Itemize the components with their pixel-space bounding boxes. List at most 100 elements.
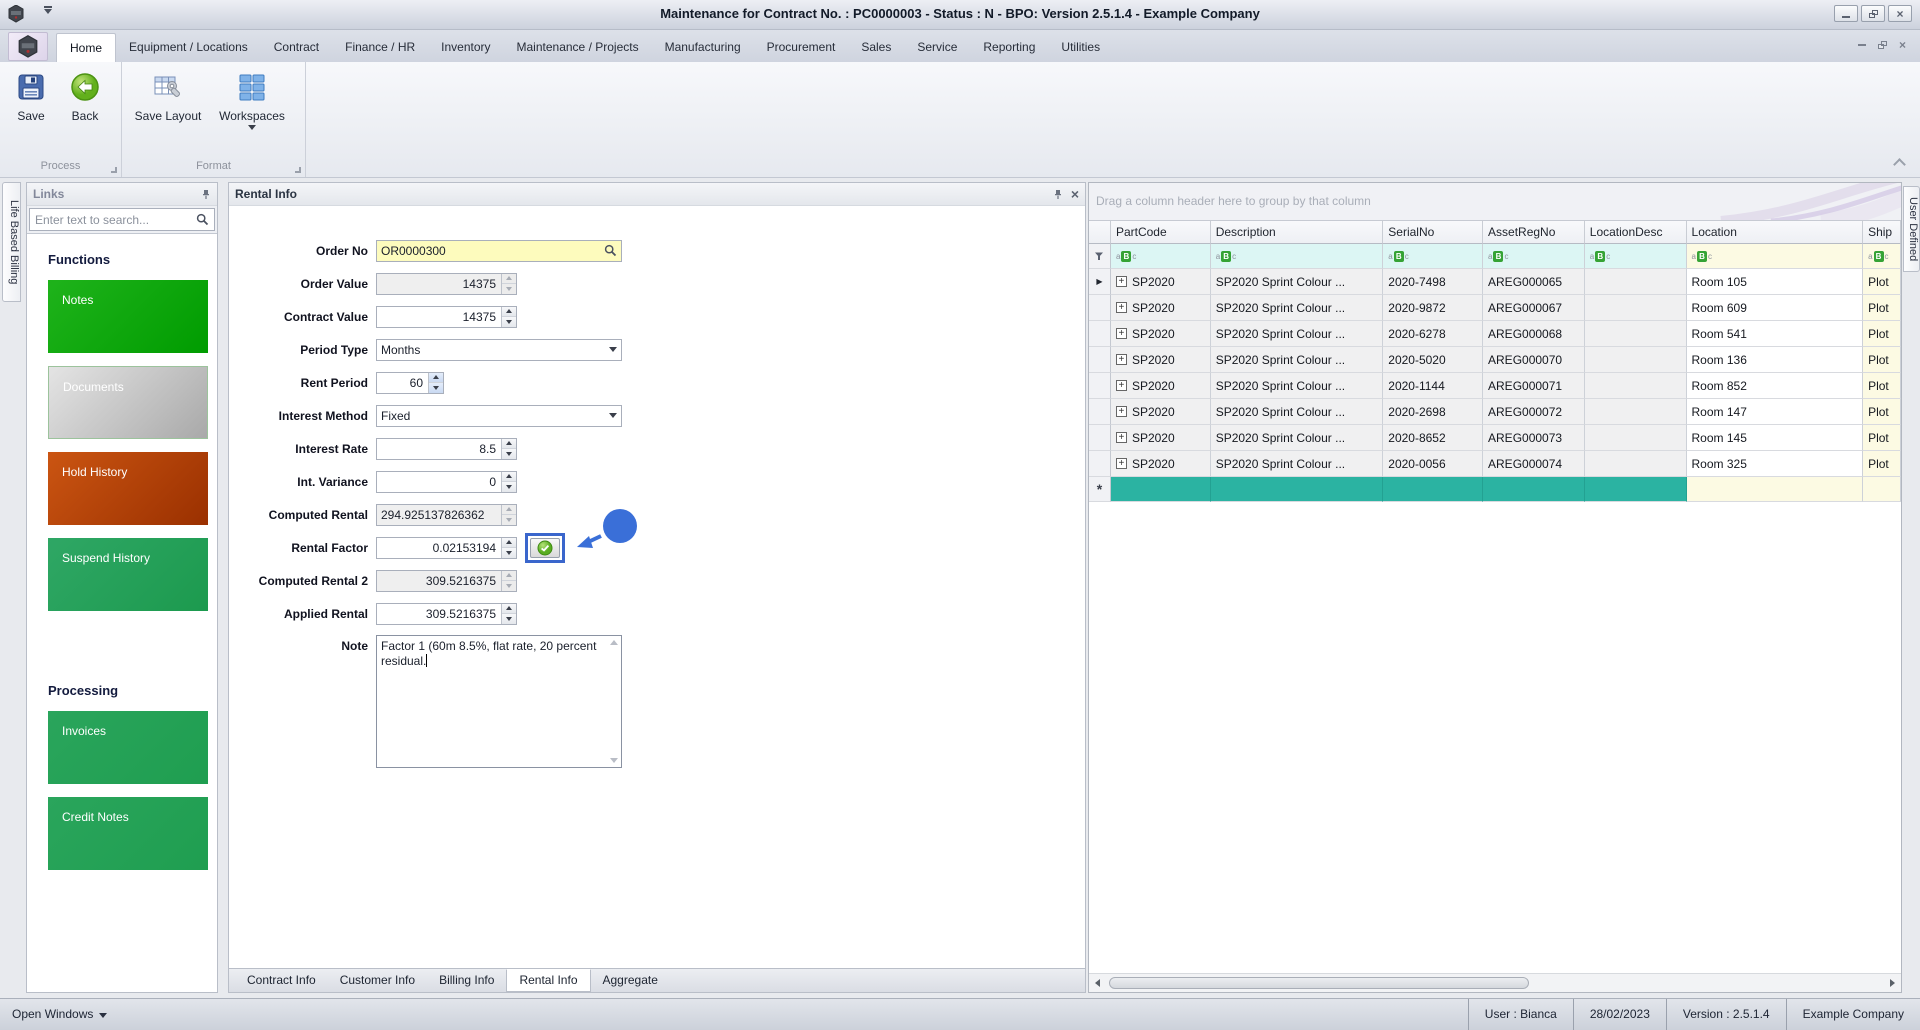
workspaces-button[interactable]: Workspaces: [210, 68, 294, 130]
column-header-description[interactable]: Description: [1210, 221, 1384, 244]
cell-description[interactable]: SP2020 Sprint Colour ...: [1210, 451, 1384, 477]
cell-description[interactable]: SP2020 Sprint Colour ...: [1210, 269, 1384, 295]
new-row-cell-partcode[interactable]: [1110, 477, 1211, 502]
dropdown-button[interactable]: [605, 406, 621, 426]
cell-location[interactable]: Room 852: [1686, 373, 1864, 399]
column-header-location[interactable]: Location: [1686, 221, 1864, 244]
new-row-cell-description[interactable]: [1210, 477, 1384, 502]
link-button-invoices[interactable]: Invoices: [48, 711, 208, 784]
cell-assetregno[interactable]: AREG000073: [1483, 425, 1585, 451]
menu-tab-equipment-locations[interactable]: Equipment / Locations: [116, 33, 261, 62]
table-row[interactable]: ▶ + SP2020 SP2020 Sprint Colour ... 2020-749…: [1089, 269, 1901, 295]
new-row-cell-assetregno[interactable]: [1483, 477, 1585, 502]
back-button[interactable]: Back: [58, 68, 112, 123]
cell-partcode[interactable]: + SP2020: [1110, 321, 1211, 347]
menu-tab-finance-hr[interactable]: Finance / HR: [332, 33, 428, 62]
cell-assetregno[interactable]: AREG000070: [1483, 347, 1585, 373]
menu-tab-contract[interactable]: Contract: [261, 33, 332, 62]
field-int-variance[interactable]: 0: [376, 470, 517, 493]
tab-life-based-billing[interactable]: Life Based Billing: [2, 182, 21, 302]
link-button-notes[interactable]: Notes: [48, 280, 208, 353]
field-rent-period[interactable]: 60: [376, 371, 444, 394]
dialog-launcher-icon[interactable]: [295, 167, 301, 173]
scrollbar-thumb[interactable]: [1109, 977, 1529, 989]
cell-locationdesc[interactable]: [1584, 425, 1687, 451]
menu-tab-utilities[interactable]: Utilities: [1048, 33, 1113, 62]
cell-serialno[interactable]: 2020-2698: [1383, 399, 1484, 425]
cell-serialno[interactable]: 2020-7498: [1383, 269, 1484, 295]
cell-assetregno[interactable]: AREG000072: [1483, 399, 1585, 425]
table-row[interactable]: + SP2020 SP2020 Sprint Colour ... 2020-5020…: [1089, 347, 1901, 373]
cell-serialno[interactable]: 2020-0056: [1383, 451, 1484, 477]
cell-ship[interactable]: Plot: [1863, 347, 1901, 373]
expand-icon[interactable]: +: [1115, 458, 1127, 469]
cell-description[interactable]: SP2020 Sprint Colour ...: [1210, 425, 1384, 451]
cell-location[interactable]: Room 541: [1686, 321, 1864, 347]
cell-serialno[interactable]: 2020-9872: [1383, 295, 1484, 321]
field-note[interactable]: Factor 1 (60m 8.5%, flat rate, 20 percen…: [376, 635, 622, 768]
memo-scroll-down-icon[interactable]: [610, 758, 618, 763]
field-contract-value[interactable]: 14375: [376, 305, 517, 328]
apply-rental-factor-button[interactable]: [530, 537, 560, 558]
field-applied-rental[interactable]: 309.5216375: [376, 602, 517, 625]
cell-locationdesc[interactable]: [1584, 269, 1687, 295]
cell-description[interactable]: SP2020 Sprint Colour ...: [1210, 321, 1384, 347]
menu-tab-sales[interactable]: Sales: [848, 33, 904, 62]
link-button-suspend-history[interactable]: Suspend History: [48, 538, 208, 611]
expand-icon[interactable]: +: [1115, 406, 1127, 417]
cell-partcode[interactable]: + SP2020: [1110, 269, 1211, 295]
pin-icon[interactable]: [201, 189, 211, 200]
cell-ship[interactable]: Plot: [1863, 295, 1901, 321]
cell-partcode[interactable]: + SP2020: [1110, 373, 1211, 399]
menu-tab-reporting[interactable]: Reporting: [970, 33, 1048, 62]
cell-locationdesc[interactable]: [1584, 399, 1687, 425]
field-interest-method[interactable]: Fixed: [376, 404, 622, 427]
table-row[interactable]: + SP2020 SP2020 Sprint Colour ... 2020-8652…: [1089, 425, 1901, 451]
tab-rental-info[interactable]: Rental Info: [506, 969, 591, 992]
cell-ship[interactable]: Plot: [1863, 269, 1901, 295]
field-period-type[interactable]: Months: [376, 338, 622, 361]
table-row[interactable]: + SP2020 SP2020 Sprint Colour ... 2020-0056…: [1089, 451, 1901, 477]
tab-billing-info[interactable]: Billing Info: [427, 969, 506, 991]
cell-locationdesc[interactable]: [1584, 451, 1687, 477]
expand-icon[interactable]: +: [1115, 432, 1127, 443]
filter-cell-assetregno[interactable]: aBc: [1483, 244, 1585, 269]
new-row-cell-locationdesc[interactable]: [1584, 477, 1687, 502]
table-row[interactable]: + SP2020 SP2020 Sprint Colour ... 2020-9872…: [1089, 295, 1901, 321]
link-button-hold-history[interactable]: Hold History: [48, 452, 208, 525]
ribbon-restore-icon[interactable]: [1877, 41, 1887, 49]
column-header-ship[interactable]: Ship: [1863, 221, 1901, 244]
expand-icon[interactable]: +: [1115, 302, 1127, 313]
memo-scroll-up-icon[interactable]: [610, 640, 618, 645]
menu-tab-service[interactable]: Service: [904, 33, 970, 62]
cell-description[interactable]: SP2020 Sprint Colour ...: [1210, 373, 1384, 399]
expand-icon[interactable]: +: [1115, 328, 1127, 339]
field-order-no[interactable]: OR0000300: [376, 239, 622, 262]
scroll-right-icon[interactable]: [1884, 974, 1901, 992]
cell-partcode[interactable]: + SP2020: [1110, 451, 1211, 477]
column-header-serialno[interactable]: SerialNo: [1383, 221, 1484, 244]
spin-up-button[interactable]: [429, 372, 443, 383]
cell-description[interactable]: SP2020 Sprint Colour ...: [1210, 347, 1384, 373]
ribbon-collapse-icon[interactable]: [1893, 158, 1906, 171]
cell-locationdesc[interactable]: [1584, 373, 1687, 399]
menu-tab-procurement[interactable]: Procurement: [754, 33, 849, 62]
spin-up-button[interactable]: [502, 306, 516, 317]
filter-cell-ship[interactable]: aBc: [1863, 244, 1901, 269]
cell-serialno[interactable]: 2020-6278: [1383, 321, 1484, 347]
panel-close-icon[interactable]: ×: [1071, 187, 1079, 201]
grid-new-row[interactable]: *: [1089, 477, 1901, 502]
search-input[interactable]: [35, 212, 196, 227]
cell-ship[interactable]: Plot: [1863, 399, 1901, 425]
cell-ship[interactable]: Plot: [1863, 321, 1901, 347]
close-button[interactable]: ×: [1888, 5, 1912, 22]
expand-icon[interactable]: +: [1115, 354, 1127, 365]
cell-serialno[interactable]: 2020-5020: [1383, 347, 1484, 373]
table-row[interactable]: + SP2020 SP2020 Sprint Colour ... 2020-6278…: [1089, 321, 1901, 347]
ribbon-minimize-icon[interactable]: [1857, 44, 1866, 46]
cell-assetregno[interactable]: AREG000074: [1483, 451, 1585, 477]
cell-location[interactable]: Room 325: [1686, 451, 1864, 477]
menu-tab-inventory[interactable]: Inventory: [428, 33, 503, 62]
cell-description[interactable]: SP2020 Sprint Colour ...: [1210, 399, 1384, 425]
new-row-cell-location[interactable]: [1686, 477, 1864, 502]
